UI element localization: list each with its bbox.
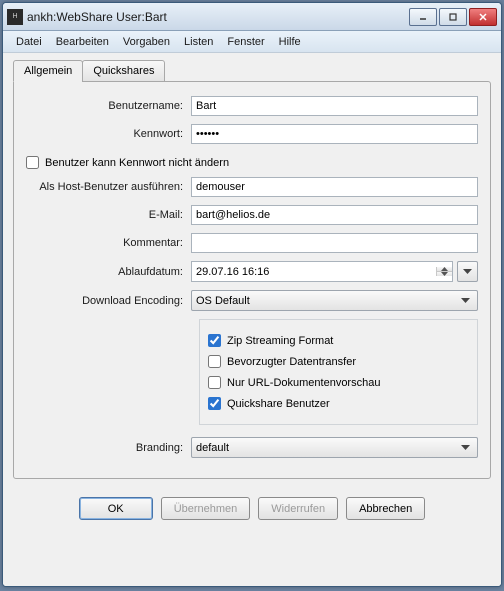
label-password: Kennwort: <box>26 128 191 140</box>
minimize-button[interactable] <box>409 8 437 26</box>
encoding-select[interactable]: OS Default <box>191 290 478 311</box>
cannot-change-pw-label: Benutzer kann Kennwort nicht ändern <box>45 157 229 169</box>
menu-window[interactable]: Fenster <box>220 33 271 51</box>
apply-button[interactable]: Übernehmen <box>161 497 251 520</box>
expiry-spin-down[interactable] <box>437 272 452 276</box>
pref-transfer-label: Bevorzugter Datentransfer <box>227 356 356 368</box>
chevron-down-icon <box>457 295 473 307</box>
label-branding: Branding: <box>26 442 191 454</box>
comment-field[interactable] <box>191 233 478 253</box>
zip-stream-checkbox[interactable] <box>208 334 221 347</box>
revert-button[interactable]: Widerrufen <box>258 497 338 520</box>
branding-select[interactable]: default <box>191 437 478 458</box>
quickshare-user-label: Quickshare Benutzer <box>227 398 330 410</box>
maximize-button[interactable] <box>439 8 467 26</box>
expiry-value: 29.07.16 16:16 <box>192 266 436 278</box>
password-field[interactable] <box>191 124 478 144</box>
tab-general[interactable]: Allgemein <box>13 60 83 82</box>
label-expiry: Ablaufdatum: <box>26 266 191 278</box>
titlebar[interactable]: H ankh:WebShare User:Bart <box>3 3 501 31</box>
url-preview-label: Nur URL-Dokumentenvorschau <box>227 377 380 389</box>
zip-stream-label: Zip Streaming Format <box>227 335 333 347</box>
quickshare-user-checkbox[interactable] <box>208 397 221 410</box>
label-email: E-Mail: <box>26 209 191 221</box>
tab-quickshares[interactable]: Quickshares <box>82 60 165 82</box>
label-hostuser: Als Host-Benutzer ausführen: <box>26 181 191 193</box>
menu-help[interactable]: Hilfe <box>272 33 308 51</box>
options-group: Zip Streaming Format Bevorzugter Datentr… <box>199 319 478 425</box>
menubar: Datei Bearbeiten Vorgaben Listen Fenster… <box>3 31 501 53</box>
chevron-down-icon <box>457 442 473 454</box>
cancel-button[interactable]: Abbrechen <box>346 497 425 520</box>
branding-value: default <box>196 442 457 454</box>
username-field[interactable] <box>191 96 478 116</box>
menu-edit[interactable]: Bearbeiten <box>49 33 116 51</box>
hostuser-field[interactable] <box>191 177 478 197</box>
url-preview-checkbox[interactable] <box>208 376 221 389</box>
email-field[interactable] <box>191 205 478 225</box>
ok-button[interactable]: OK <box>79 497 153 520</box>
label-username: Benutzername: <box>26 100 191 112</box>
cannot-change-pw-checkbox[interactable] <box>26 156 39 169</box>
close-button[interactable] <box>469 8 497 26</box>
expiry-field[interactable]: 29.07.16 16:16 <box>191 261 453 282</box>
pref-transfer-checkbox[interactable] <box>208 355 221 368</box>
menu-lists[interactable]: Listen <box>177 33 220 51</box>
expiry-calendar-button[interactable] <box>457 261 478 282</box>
encoding-value: OS Default <box>196 295 457 307</box>
window-title: ankh:WebShare User:Bart <box>27 10 409 24</box>
menu-file[interactable]: Datei <box>9 33 49 51</box>
menu-defaults[interactable]: Vorgaben <box>116 33 177 51</box>
label-encoding: Download Encoding: <box>26 295 191 307</box>
panel-general: Benutzername: Kennwort: Benutzer kann Ke… <box>13 81 491 479</box>
label-comment: Kommentar: <box>26 237 191 249</box>
app-icon: H <box>7 9 23 25</box>
